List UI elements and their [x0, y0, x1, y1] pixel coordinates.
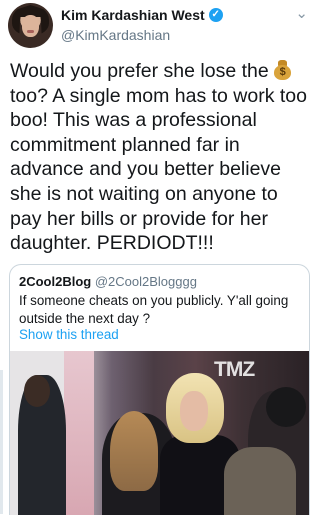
left-edge-bar — [0, 370, 3, 514]
photo-person-center-left-hair — [110, 411, 158, 491]
tweet-text-part2: too? A single mom has to work too boo! T… — [10, 84, 307, 255]
quoted-author-name: 2Cool2Blog — [19, 274, 92, 289]
avatar-lips — [27, 30, 34, 33]
tweet-text-part1: Would you prefer she lose the — [10, 60, 269, 82]
verified-badge-icon: ✓ — [208, 8, 223, 22]
author-handle[interactable]: @KimKardashian — [61, 27, 170, 43]
author-avatar[interactable] — [8, 3, 53, 48]
tweet-text: Would you prefer she lose the $ too? A si… — [10, 59, 310, 256]
money-bag-icon: $ — [274, 60, 292, 80]
author-name[interactable]: Kim Kardashian West — [61, 7, 205, 23]
quoted-tweet-text: If someone cheats on you publicly. Y'all… — [19, 293, 289, 326]
photo-headphones — [266, 387, 306, 427]
photo-person-right-front — [224, 447, 296, 515]
quoted-author-handle: @2Cool2Blogggg — [94, 274, 197, 289]
photo-person-blonde-face — [180, 391, 208, 431]
quoted-tweet-header: 2Cool2Blog @2Cool2Blogggg — [19, 274, 197, 289]
tmz-watermark: TMZ — [214, 358, 255, 381]
photo-pink-wall — [64, 351, 94, 515]
show-thread-link[interactable]: Show this thread — [19, 327, 119, 342]
chevron-down-icon[interactable]: ⌄ — [295, 4, 308, 22]
avatar-face — [22, 15, 39, 37]
quoted-tweet-photo[interactable]: TMZ — [10, 351, 309, 515]
photo-person-left-head — [24, 375, 50, 407]
author-name-row[interactable]: Kim Kardashian West ✓ — [61, 7, 223, 23]
quoted-tweet[interactable]: 2Cool2Blog @2Cool2Blogggg If someone che… — [9, 264, 310, 515]
